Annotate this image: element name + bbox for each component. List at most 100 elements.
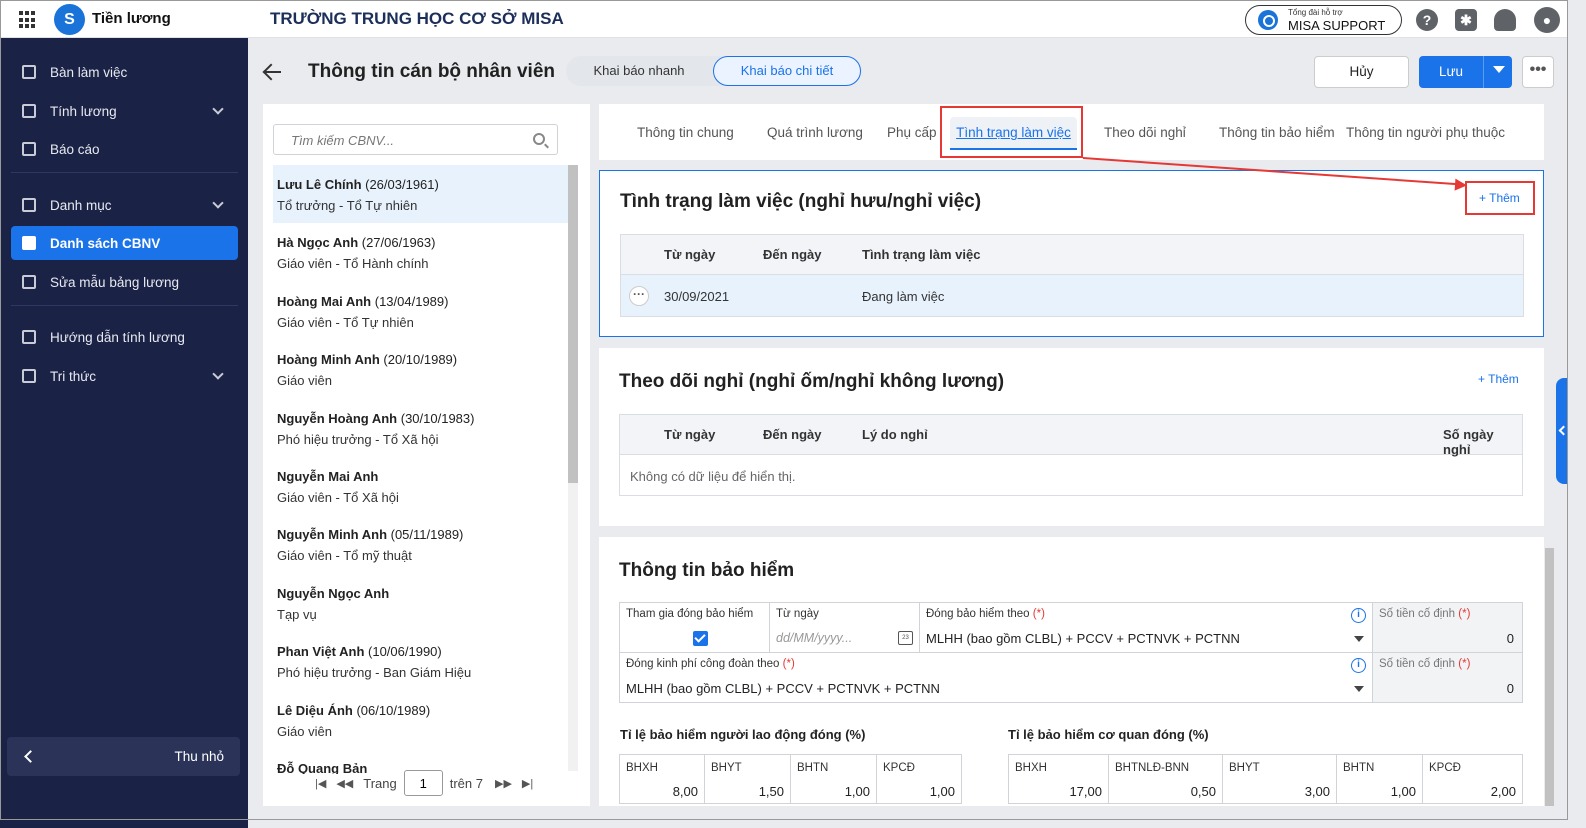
app-name: Tiền lương (92, 10, 171, 27)
avatar-icon[interactable]: ● (1534, 7, 1560, 33)
list-item[interactable]: Lê Diệu Ánh (06/10/1989) Giáo viên (273, 691, 568, 749)
chevron-down-icon (212, 368, 224, 380)
help-icon[interactable]: ? (1416, 9, 1438, 31)
gear-icon[interactable]: ✱ (1455, 9, 1477, 31)
list-item[interactable]: Hoàng Mai Anh (13/04/1989) Giáo viên - Tổ… (273, 282, 568, 340)
insurance-basis-select[interactable]: Đóng bảo hiểm theo (*) MLHH (bao gồm CLB… (919, 602, 1373, 653)
collapse-sidebar-button[interactable]: Thu nhỏ (7, 737, 240, 776)
sidebar-item-payroll[interactable]: Tính lương (11, 94, 238, 128)
fixed-amount-label: Số tiền cố định (1379, 608, 1456, 620)
tab-insurance[interactable]: Thông tin bảo hiểm (1219, 125, 1335, 140)
split-divider (1483, 56, 1484, 88)
from-date-placeholder: dd/MM/yyyy... (776, 631, 853, 645)
join-insurance-checkbox[interactable] (693, 631, 708, 646)
collapse-label: Thu nhỏ (174, 749, 224, 764)
info-icon[interactable]: i (1351, 658, 1366, 673)
employee-role: Giáo viên (277, 723, 332, 739)
sidebar-item-knowledge[interactable]: Tri thức (11, 359, 238, 393)
page-title: Thông tin cán bộ nhân viên (308, 61, 555, 82)
bell-icon[interactable] (1494, 9, 1516, 31)
cube-icon (22, 369, 36, 383)
list-item[interactable]: Nguyễn Mai Anh Giáo viên - Tổ Xã hội (273, 457, 568, 515)
content-scrollbar-thumb[interactable] (1545, 548, 1554, 806)
rate-cell[interactable]: KPCĐ 1,00 (876, 754, 962, 804)
list-item[interactable]: Nguyễn Hoàng Anh (30/10/1983) Phó hiệu tr… (273, 399, 568, 457)
prev-page-icon[interactable]: ◀◀ (336, 777, 353, 790)
next-page-icon[interactable]: ▶▶ (495, 777, 512, 790)
union-fixed-amount-value: 0 (1506, 681, 1514, 696)
chevron-left-icon (24, 750, 37, 763)
sidebar-item-label: Bàn làm việc (50, 64, 128, 80)
rate-cell[interactable]: BHXH 17,00 (1008, 754, 1108, 804)
side-panel-toggle[interactable] (1556, 378, 1568, 484)
union-fee-select[interactable]: Đóng kinh phí công đoàn theo (*) MLHH (b… (619, 652, 1373, 703)
table-row[interactable]: ··· 30/09/2021 Đang làm việc (620, 275, 1524, 317)
list-item[interactable]: Nguyễn Ngọc Anh Tạp vụ (273, 574, 568, 632)
add-leave-link[interactable]: + Thêm (1478, 372, 1519, 386)
employee-dob: (10/06/1990) (364, 644, 442, 660)
union-fixed-amount-field: Số tiền cố định (*) 0 (1372, 652, 1523, 703)
pager: |◀ ◀◀ Trang trên 7 ▶▶ ▶| (315, 770, 543, 796)
misa-support-button[interactable]: Tổng đài hỗ trợ MISA SUPPORT (1245, 5, 1402, 35)
list-item[interactable]: Nguyễn Minh Anh (05/11/1989) Giáo viên - … (273, 515, 568, 573)
list-item[interactable]: Hà Ngọc Anh (27/06/1963) Giáo viên - Tổ H… (273, 223, 568, 281)
apps-grid-icon[interactable] (19, 11, 37, 29)
union-fixed-amount-label: Số tiền cố định (1379, 658, 1456, 670)
sidebar-item-categories[interactable]: Danh mục (11, 188, 238, 222)
from-date-field[interactable]: Từ ngày dd/MM/yyyy... 23 (769, 602, 920, 653)
rate-label: BHXH (626, 762, 658, 774)
rate-cell[interactable]: BHYT 3,00 (1222, 754, 1336, 804)
list-item[interactable]: Lưu Lê Chính (26/03/1961) Tổ trưởng - Tổ … (273, 165, 568, 223)
info-icon[interactable]: i (1351, 608, 1366, 623)
mode-quick-button[interactable]: Khai báo nhanh (572, 56, 706, 86)
tab-general[interactable]: Thông tin chung (637, 125, 734, 140)
save-button[interactable]: Lưu (1419, 56, 1512, 88)
sidebar-item-reports[interactable]: Báo cáo (11, 132, 238, 166)
column-header: Đến ngày (763, 427, 822, 442)
tab-salary-history[interactable]: Quá trình lương (767, 125, 863, 140)
employee-dob: (26/03/1961) (361, 177, 439, 192)
tab-dependents[interactable]: Thông tin người phụ thuộc (1346, 125, 1505, 140)
sidebar-item-label: Tính lương (50, 103, 117, 119)
employee-role: Tạp vụ (277, 606, 317, 622)
first-page-icon[interactable]: |◀ (315, 777, 326, 790)
required-mark: (*) (782, 658, 795, 670)
sidebar-item-label: Tri thức (50, 368, 97, 384)
rate-cell[interactable]: BHTN 1,00 (1336, 754, 1422, 804)
caret-down-icon[interactable] (1493, 66, 1505, 73)
list-item[interactable]: Hoàng Minh Anh (20/10/1989) Giáo viên (273, 340, 568, 398)
rate-cell[interactable]: BHYT 1,50 (704, 754, 790, 804)
rate-cell[interactable]: BHXH 8,00 (619, 754, 704, 804)
employee-role: Giáo viên - Tổ mỹ thuật (277, 548, 412, 564)
work-status-title: Tình trạng làm việc (nghỉ hưu/nghỉ việc) (620, 191, 982, 212)
page-number-input[interactable] (403, 770, 443, 796)
cancel-button[interactable]: Hủy (1314, 56, 1409, 88)
chevron-down-icon[interactable] (1354, 636, 1364, 642)
row-menu-icon[interactable]: ··· (629, 286, 649, 306)
rate-cell[interactable]: BHTNLĐ-BNN 0,50 (1108, 754, 1222, 804)
tab-allowance[interactable]: Phụ cấp (887, 125, 937, 140)
search-input[interactable]: Tìm kiếm CBNV... (273, 124, 558, 155)
calendar-icon[interactable]: 23 (898, 631, 913, 645)
sidebar-item-desk[interactable]: Bàn làm việc (11, 55, 238, 89)
employee-role: Phó hiệu trưởng - Ban Giám Hiệu (277, 665, 472, 681)
employee-name: Nguyễn Hoàng Anh (277, 410, 398, 426)
chevron-down-icon[interactable] (1354, 686, 1364, 692)
rate-cell[interactable]: KPCĐ 2,00 (1422, 754, 1523, 804)
search-icon[interactable] (533, 133, 545, 145)
back-arrow-icon[interactable] (262, 62, 282, 82)
sidebar-item-edit-template[interactable]: Sửa mẫu bảng lương (11, 265, 238, 299)
list-item[interactable]: Phan Việt Anh (10/06/1990) Phó hiệu trưởn… (273, 632, 568, 690)
sidebar-item-employees[interactable]: Danh sách CBNV (11, 226, 238, 260)
column-header: Số ngày nghỉ (1443, 427, 1494, 457)
tab-leave[interactable]: Theo dõi nghỉ (1104, 125, 1186, 140)
employee-role: Tổ trưởng - Tổ Tự nhiên (277, 198, 418, 213)
more-button[interactable]: ••• (1522, 56, 1554, 88)
last-page-icon[interactable]: ▶| (522, 777, 533, 790)
mode-detail-button[interactable]: Khai báo chi tiết (713, 56, 861, 86)
list-scrollbar-thumb[interactable] (568, 165, 578, 483)
agency-rate-title: Tỉ lệ bảo hiểm cơ quan đóng (%) (1008, 727, 1209, 742)
employee-name: Phan Việt Anh (277, 644, 365, 660)
rate-cell[interactable]: BHTN 1,00 (790, 754, 876, 804)
sidebar-item-guide[interactable]: Hướng dẫn tính lương (11, 320, 238, 354)
